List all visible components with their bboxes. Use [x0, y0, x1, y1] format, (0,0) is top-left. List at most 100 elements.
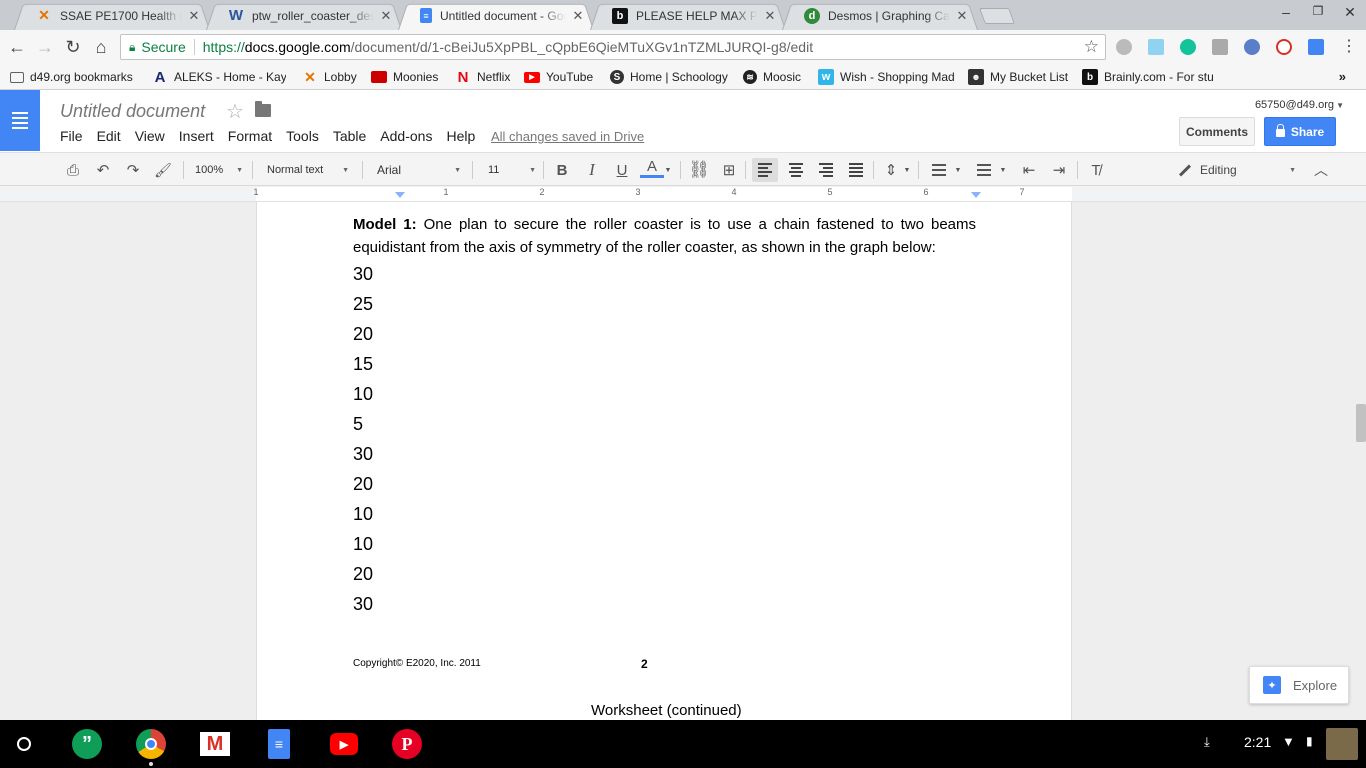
chevron-down-icon[interactable]: ▼ [1336, 101, 1344, 110]
model-paragraph[interactable]: Model 1: One plan to secure the roller c… [353, 213, 976, 259]
close-window-icon[interactable]: ✕ [1340, 4, 1360, 21]
minimize-icon[interactable]: – [1276, 4, 1296, 20]
launcher-icon[interactable] [17, 737, 31, 751]
right-indent-marker[interactable] [971, 192, 981, 198]
save-status[interactable]: All changes saved in Drive [491, 129, 644, 144]
chrome-icon[interactable] [136, 729, 166, 766]
ruler[interactable]: 1 1 2 3 4 5 6 7 [0, 186, 1366, 202]
reload-icon[interactable]: ↻ [62, 36, 84, 58]
bookmark-star-icon[interactable]: ☆ [1084, 37, 1099, 57]
tab-roller-coaster-doc[interactable]: W ptw_roller_coaster_desig ✕ [206, 1, 402, 30]
style-select[interactable]: Normal text ▼ [267, 158, 349, 182]
clock[interactable]: 2:21 [1244, 734, 1271, 750]
bookmark-item[interactable]: A ALEKS - Home - Kayl [152, 68, 286, 86]
insert-comment-icon[interactable]: ⊞ [718, 158, 740, 182]
align-justify-button[interactable] [844, 158, 868, 182]
block-icon[interactable] [1276, 39, 1292, 55]
number-line[interactable]: 10 [353, 531, 373, 561]
print-icon[interactable]: ⎙ [62, 158, 84, 182]
forward-icon[interactable]: → [34, 36, 56, 58]
close-icon[interactable]: ✕ [572, 8, 584, 24]
grammarly-icon[interactable] [1180, 39, 1196, 55]
underline-button[interactable]: U [612, 158, 632, 182]
font-select[interactable]: Arial ▼ [377, 158, 461, 182]
line-spacing-icon[interactable]: ⇕ [880, 158, 902, 182]
new-tab-button[interactable] [979, 8, 1015, 24]
link-icon[interactable]: ⛓︎ [688, 158, 710, 182]
bookmark-item[interactable]: S Home | Schoology [610, 68, 734, 86]
increase-indent-icon[interactable]: ⇥ [1048, 158, 1070, 182]
menu-file[interactable]: File [60, 128, 83, 144]
editing-mode-select[interactable]: Editing ▼ [1178, 158, 1296, 182]
number-line[interactable]: 20 [353, 321, 373, 351]
hangouts-icon[interactable]: ” [72, 729, 102, 759]
back-icon[interactable]: ← [6, 36, 28, 58]
translate-icon[interactable] [1308, 39, 1324, 55]
explore-button[interactable]: ✦ Explore [1249, 666, 1349, 704]
bookmark-item[interactable]: ▶ YouTube [524, 68, 600, 86]
number-line[interactable]: 5 [353, 411, 373, 441]
menu-format[interactable]: Format [228, 128, 272, 144]
number-line[interactable]: 10 [353, 501, 373, 531]
maximize-icon[interactable]: ❐ [1308, 4, 1328, 18]
menu-view[interactable]: View [135, 128, 165, 144]
menu-insert[interactable]: Insert [179, 128, 214, 144]
bookmark-item[interactable]: ☻ My Bucket List [968, 68, 1071, 86]
gmail-icon[interactable]: M [200, 732, 230, 756]
align-right-button[interactable] [814, 158, 838, 182]
chevron-down-icon[interactable]: ▼ [664, 158, 672, 182]
close-icon[interactable]: ✕ [380, 8, 392, 24]
more-bookmarks-icon[interactable]: » [1339, 69, 1346, 84]
section-heading[interactable]: Worksheet (continued) [591, 702, 742, 719]
share-button[interactable]: Share [1264, 117, 1336, 146]
avatar[interactable] [1326, 728, 1358, 760]
docs-icon[interactable]: ≡ [268, 729, 290, 759]
chevron-down-icon[interactable]: ▼ [954, 158, 962, 182]
undo-icon[interactable]: ↶ [92, 158, 114, 182]
close-icon[interactable]: ✕ [188, 8, 200, 24]
bookmark-item[interactable]: ≋ Moosic [743, 68, 809, 86]
bold-button[interactable]: B [552, 158, 572, 182]
redo-icon[interactable]: ↷ [122, 158, 144, 182]
battery-icon[interactable]: ▮ [1306, 734, 1313, 748]
number-line[interactable]: 15 [353, 351, 373, 381]
bookmark-item[interactable]: b Brainly.com - For stu [1082, 68, 1218, 86]
left-indent-marker[interactable] [395, 192, 405, 198]
account-email[interactable]: 65750@d49.org [1255, 99, 1334, 111]
chevron-down-icon[interactable]: ▼ [903, 158, 911, 182]
docs-home-icon[interactable] [0, 90, 40, 151]
comments-button[interactable]: Comments [1179, 117, 1255, 146]
menu-tools[interactable]: Tools [286, 128, 319, 144]
bulleted-list-icon[interactable] [973, 158, 995, 182]
number-line[interactable]: 20 [353, 561, 373, 591]
zoom-select[interactable]: 100% ▼ [195, 158, 243, 182]
font-size-select[interactable]: 11 ▼ [488, 158, 536, 182]
number-line[interactable]: 30 [353, 441, 373, 471]
number-line[interactable]: 30 [353, 261, 373, 291]
bookmark-item[interactable]: d49.org bookmarks [10, 68, 145, 86]
extension-icon[interactable] [1116, 39, 1132, 55]
paint-format-icon[interactable]: 🖌︎ [152, 158, 174, 182]
star-icon[interactable]: ☆ [226, 99, 244, 124]
close-icon[interactable]: ✕ [764, 8, 776, 24]
document-page[interactable]: Model 1: One plan to secure the roller c… [256, 202, 1072, 720]
pinterest-icon[interactable]: P [392, 729, 422, 759]
close-icon[interactable]: ✕ [956, 8, 968, 24]
extension-icon[interactable] [1244, 39, 1260, 55]
wifi-icon[interactable]: ▼ [1282, 734, 1295, 749]
number-line[interactable]: 10 [353, 381, 373, 411]
menu-addons[interactable]: Add-ons [380, 128, 432, 144]
menu-help[interactable]: Help [446, 128, 475, 144]
folder-icon[interactable] [255, 101, 271, 117]
bookmark-item[interactable]: Moonies [371, 68, 446, 86]
italic-button[interactable]: I [582, 158, 602, 182]
vertical-scrollbar[interactable] [1356, 404, 1366, 442]
extension-icon[interactable] [1148, 39, 1164, 55]
decrease-indent-icon[interactable]: ⇤ [1018, 158, 1040, 182]
tab-brainly[interactable]: b PLEASE HELP MAX POI ✕ [590, 1, 786, 30]
tab-untitled-document[interactable]: ≡ Untitled document - Goo ✕ [398, 1, 594, 30]
number-line[interactable]: 30 [353, 591, 373, 621]
chevron-up-icon[interactable]: ︿ [1310, 158, 1332, 182]
extension-icon[interactable] [1212, 39, 1228, 55]
youtube-icon[interactable]: ▶ [330, 733, 358, 755]
